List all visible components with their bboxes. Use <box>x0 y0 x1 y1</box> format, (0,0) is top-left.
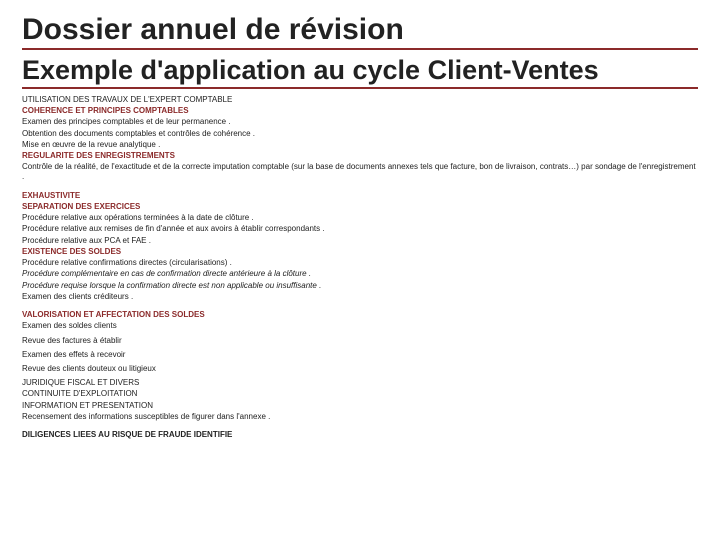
line: CONTINUITE D'EXPLOITATION <box>22 389 698 399</box>
line: JURIDIQUE FISCAL ET DIVERS <box>22 378 698 388</box>
title-main: Dossier annuel de révision <box>22 14 698 46</box>
heading-diligences: DILIGENCES LIEES AU RISQUE DE FRAUDE IDE… <box>22 430 698 440</box>
line: Examen des soldes clients <box>22 321 698 331</box>
line: Procédure relative aux opérations termin… <box>22 213 698 223</box>
line: Procédure requise lorsque la confirmatio… <box>22 281 698 291</box>
heading-separation: SEPARATION DES EXERCICES <box>22 202 698 212</box>
title-underline-2 <box>22 87 698 89</box>
line: Obtention des documents comptables et co… <box>22 129 698 139</box>
line: Procédure relative confirmations directe… <box>22 258 698 268</box>
body-text: UTILISATION DES TRAVAUX DE L'EXPERT COMP… <box>22 95 698 441</box>
heading-coherence: COHERENCE ET PRINCIPES COMPTABLES <box>22 106 698 116</box>
line: Contrôle de la réalité, de l'exactitude … <box>22 162 698 182</box>
heading-valorisation: VALORISATION ET AFFECTATION DES SOLDES <box>22 310 698 320</box>
line: Revue des factures à établir <box>22 336 698 346</box>
line: Procédure complémentaire en cas de confi… <box>22 269 698 279</box>
line: Examen des clients créditeurs . <box>22 292 698 302</box>
heading-existence: EXISTENCE DES SOLDES <box>22 247 698 257</box>
line: Revue des clients douteux ou litigieux <box>22 364 698 374</box>
slide: Dossier annuel de révision Exemple d'app… <box>0 0 720 451</box>
title-underline-1 <box>22 48 698 50</box>
title-sub: Exemple d'application au cycle Client-Ve… <box>22 56 698 84</box>
line: Recensement des informations susceptible… <box>22 412 698 422</box>
line: Procédure relative aux PCA et FAE . <box>22 236 698 246</box>
heading-regularite: REGULARITE DES ENREGISTREMENTS <box>22 151 698 161</box>
line: Procédure relative aux remises de fin d'… <box>22 224 698 234</box>
line: Mise en œuvre de la revue analytique . <box>22 140 698 150</box>
line: Examen des effets à recevoir <box>22 350 698 360</box>
line: UTILISATION DES TRAVAUX DE L'EXPERT COMP… <box>22 95 698 105</box>
heading-exhaustivite: EXHAUSTIVITE <box>22 191 698 201</box>
line: Examen des principes comptables et de le… <box>22 117 698 127</box>
line: INFORMATION ET PRESENTATION <box>22 401 698 411</box>
